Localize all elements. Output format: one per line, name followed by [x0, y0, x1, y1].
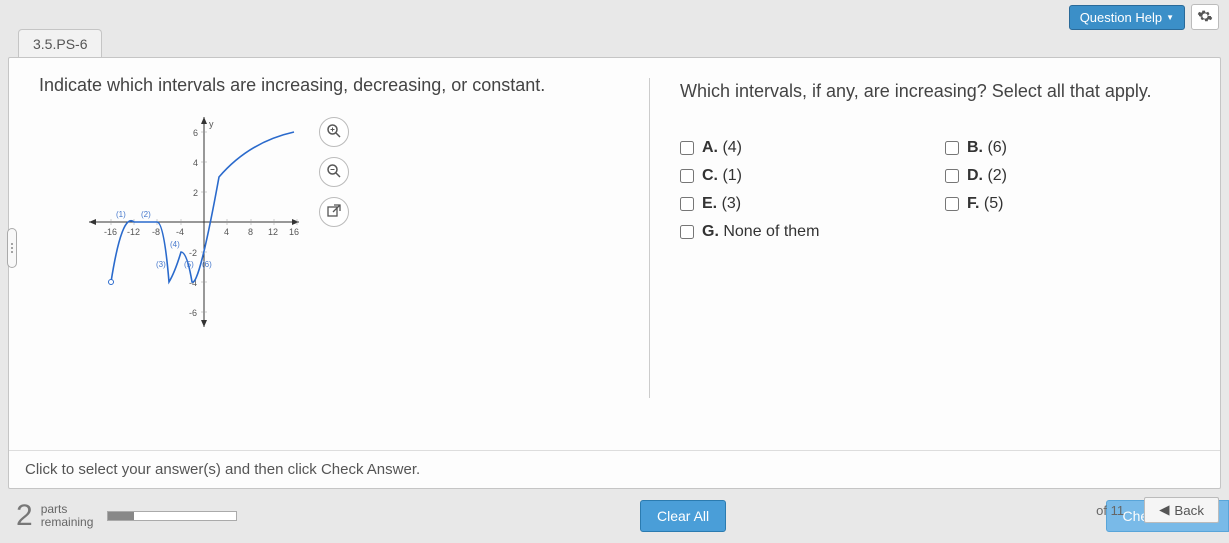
question-help-button[interactable]: Question Help ▼ — [1069, 5, 1185, 30]
resize-handle[interactable] — [7, 228, 17, 268]
zoom-out-button[interactable] — [319, 157, 349, 187]
chevron-down-icon: ▼ — [1166, 13, 1174, 22]
back-button[interactable]: ◀ Back — [1144, 497, 1219, 523]
svg-text:4: 4 — [224, 227, 229, 237]
option-g-checkbox[interactable] — [680, 225, 694, 239]
option-c-text: (1) — [722, 167, 742, 184]
parts-count: 2 — [16, 499, 33, 533]
question-area: Indicate which intervals are increasing,… — [9, 72, 649, 488]
y-axis-label: y — [209, 119, 214, 129]
zoom-out-icon — [326, 163, 342, 182]
option-f[interactable]: F. (5) — [945, 195, 1190, 213]
option-d-text: (2) — [987, 167, 1007, 184]
gear-icon — [1197, 8, 1213, 27]
popout-icon — [327, 204, 341, 221]
option-b-checkbox[interactable] — [945, 141, 959, 155]
svg-text:-4: -4 — [176, 227, 184, 237]
svg-text:(5): (5) — [184, 260, 194, 269]
page-of-total: of 11 — [1096, 503, 1124, 518]
option-f-checkbox[interactable] — [945, 197, 959, 211]
parts-remaining: 2 parts remaining — [16, 499, 93, 533]
question-tab[interactable]: 3.5.PS-6 — [18, 29, 102, 58]
answer-prompt: Which intervals, if any, are increasing?… — [680, 78, 1190, 105]
svg-text:(2): (2) — [141, 210, 151, 219]
main-panel: Indicate which intervals are increasing,… — [8, 57, 1221, 489]
back-arrow-icon: ◀ — [1159, 502, 1169, 518]
progress-bar — [107, 511, 237, 521]
svg-text:6: 6 — [193, 128, 198, 138]
svg-text:(1): (1) — [116, 210, 126, 219]
svg-text:-6: -6 — [189, 308, 197, 318]
svg-text:(3): (3) — [156, 260, 166, 269]
svg-text:-2: -2 — [189, 248, 197, 258]
svg-text:8: 8 — [248, 227, 253, 237]
answer-area: Which intervals, if any, are increasing?… — [649, 78, 1220, 398]
option-f-text: (5) — [984, 195, 1004, 212]
graph: -16 -12 -8 -4 4 8 12 16 6 4 2 -2 — [89, 117, 299, 327]
svg-text:-16: -16 — [104, 227, 117, 237]
svg-text:2: 2 — [193, 188, 198, 198]
option-a[interactable]: A. (4) — [680, 139, 925, 157]
option-b[interactable]: B. (6) — [945, 139, 1190, 157]
option-e-text: (3) — [722, 195, 742, 212]
option-g[interactable]: G. None of them — [680, 223, 1190, 241]
question-prompt: Indicate which intervals are increasing,… — [39, 72, 629, 99]
option-c-checkbox[interactable] — [680, 169, 694, 183]
option-d-checkbox[interactable] — [945, 169, 959, 183]
svg-text:12: 12 — [268, 227, 278, 237]
popout-button[interactable] — [319, 197, 349, 227]
svg-text:4: 4 — [193, 158, 198, 168]
option-a-text: (4) — [722, 139, 742, 156]
instruction-bar: Click to select your answer(s) and then … — [9, 450, 1220, 488]
question-help-label: Question Help — [1080, 10, 1162, 25]
option-e-checkbox[interactable] — [680, 197, 694, 211]
zoom-in-icon — [326, 123, 342, 142]
option-c[interactable]: C. (1) — [680, 167, 925, 185]
settings-button[interactable] — [1191, 4, 1219, 30]
back-label: Back — [1174, 503, 1204, 518]
option-d[interactable]: D. (2) — [945, 167, 1190, 185]
svg-text:-8: -8 — [152, 227, 160, 237]
option-a-checkbox[interactable] — [680, 141, 694, 155]
svg-text:16: 16 — [289, 227, 299, 237]
tab-label: 3.5.PS-6 — [33, 36, 87, 52]
svg-text:(4): (4) — [170, 240, 180, 249]
option-e[interactable]: E. (3) — [680, 195, 925, 213]
option-b-text: (6) — [987, 139, 1007, 156]
svg-text:-12: -12 — [127, 227, 140, 237]
svg-text:(6): (6) — [202, 260, 212, 269]
option-g-text: None of them — [723, 223, 819, 240]
clear-all-button[interactable]: Clear All — [640, 500, 726, 532]
zoom-in-button[interactable] — [319, 117, 349, 147]
